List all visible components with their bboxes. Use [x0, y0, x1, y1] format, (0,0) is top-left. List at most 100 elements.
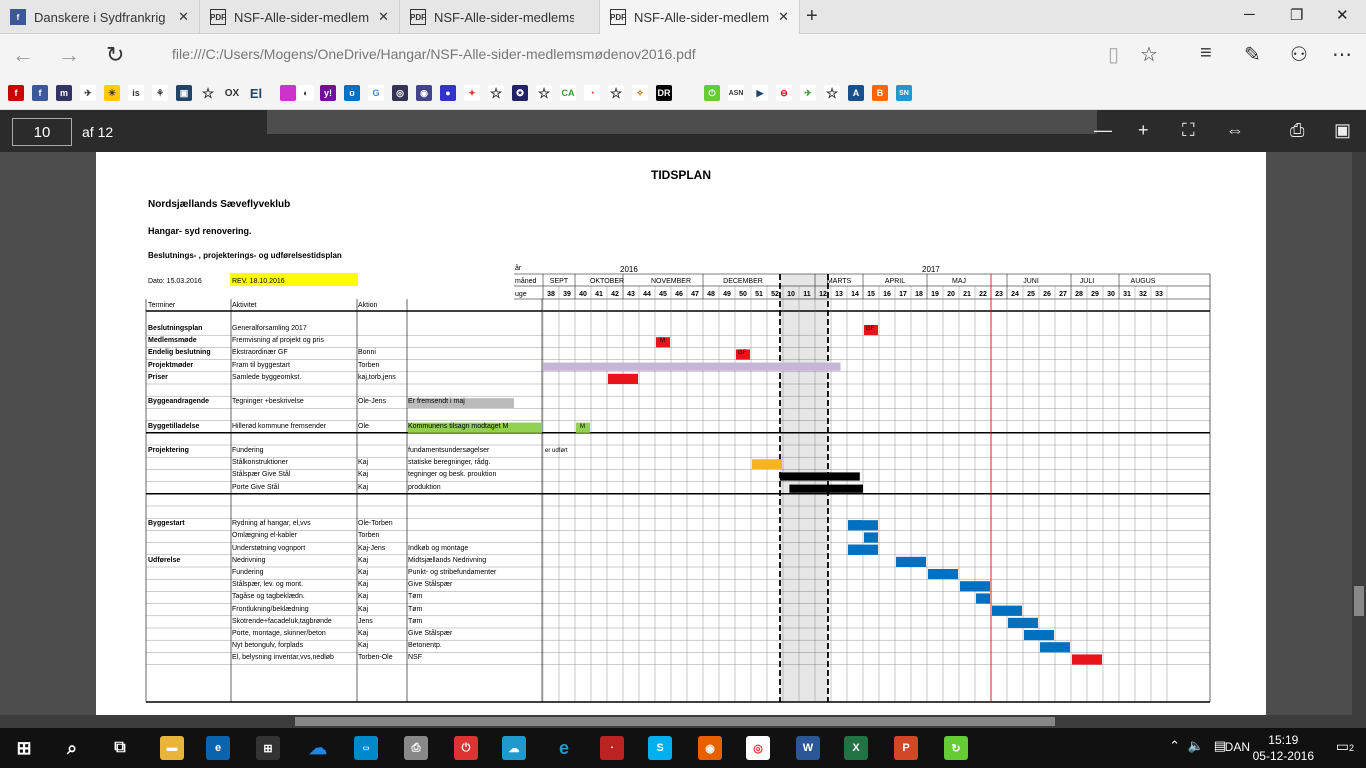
- powerpoint-icon[interactable]: P: [894, 736, 918, 760]
- star-icon[interactable]: ☆: [608, 85, 624, 101]
- favorite-icon[interactable]: [280, 85, 296, 101]
- file-explorer-icon[interactable]: ▬: [160, 736, 184, 760]
- favorite-icon[interactable]: ⏻: [704, 85, 720, 101]
- favorite-icon[interactable]: ◉: [416, 85, 432, 101]
- minimize-button[interactable]: ─: [1244, 6, 1255, 23]
- web-note-icon[interactable]: ✎: [1244, 42, 1261, 67]
- url-field[interactable]: file:///C:/Users/Mogens/OneDrive/Hangar/…: [172, 46, 696, 62]
- refresh-button[interactable]: ↻: [106, 42, 124, 68]
- star-icon[interactable]: ☆: [536, 85, 552, 101]
- onedrive-icon[interactable]: ☁: [306, 736, 330, 760]
- language-indicator[interactable]: DAN: [1225, 740, 1250, 754]
- window-close-button[interactable]: ✕: [1336, 6, 1349, 24]
- clock[interactable]: 15:19 05-12-2016: [1253, 732, 1314, 764]
- favorite-icon[interactable]: ⚘: [152, 85, 168, 101]
- tab-facebook[interactable]: f Danskere i Sydfrankrig ✕: [0, 0, 200, 34]
- favorite-icon[interactable]: A: [848, 85, 864, 101]
- horizontal-scrollbar[interactable]: [0, 715, 1366, 728]
- close-icon[interactable]: ✕: [378, 9, 389, 25]
- favorite-icon[interactable]: f: [8, 85, 24, 101]
- zoom-in-icon[interactable]: +: [1138, 120, 1149, 141]
- star-icon[interactable]: ☆: [824, 85, 840, 101]
- printer-icon[interactable]: ⎙: [404, 736, 428, 760]
- favorite-icon[interactable]: is: [128, 85, 144, 101]
- favorite-icon[interactable]: ✧: [632, 85, 648, 101]
- action-center-icon[interactable]: ▭2: [1336, 738, 1354, 755]
- new-tab-button[interactable]: +: [806, 5, 818, 28]
- favorite-icon[interactable]: ▶: [752, 85, 768, 101]
- close-icon[interactable]: ✕: [178, 9, 189, 25]
- word-icon[interactable]: W: [796, 736, 820, 760]
- tab-pdf-3-active[interactable]: PDF NSF-Alle-sider-medlem ✕: [600, 0, 800, 34]
- favorite-icon[interactable]: ☀: [104, 85, 120, 101]
- excel-icon[interactable]: X: [844, 736, 868, 760]
- skype-icon[interactable]: S: [648, 736, 672, 760]
- scroll-thumb[interactable]: [1354, 586, 1364, 616]
- volume-icon[interactable]: 🔈: [1188, 738, 1204, 754]
- favorite-icon[interactable]: B: [872, 85, 888, 101]
- clock-date: 05-12-2016: [1252, 749, 1314, 763]
- share-icon[interactable]: ⚇: [1290, 42, 1308, 67]
- favorite-icon[interactable]: SN: [896, 85, 912, 101]
- favorite-icon[interactable]: OX: [224, 85, 240, 101]
- cloud-icon[interactable]: ☁: [502, 736, 526, 760]
- save-icon[interactable]: ▣: [1334, 120, 1351, 141]
- scroll-thumb[interactable]: [295, 717, 1055, 726]
- task-view-icon[interactable]: ⧉: [108, 736, 132, 760]
- favorite-icon[interactable]: m: [56, 85, 72, 101]
- cell-label: M: [660, 338, 665, 345]
- row-aktivitet: El, belysning inventar,vvs,nedløb: [232, 654, 334, 662]
- favorite-icon[interactable]: y!: [320, 85, 336, 101]
- favorite-star-icon[interactable]: ☆: [1140, 42, 1158, 67]
- start-icon[interactable]: ⊞: [12, 736, 36, 760]
- star-icon[interactable]: ☆: [488, 85, 504, 101]
- favorite-icon[interactable]: ◐: [298, 85, 314, 101]
- favorite-icon[interactable]: ⊖: [776, 85, 792, 101]
- more-icon[interactable]: ⋯: [1332, 42, 1352, 67]
- favorite-icon[interactable]: ✪: [512, 85, 528, 101]
- star-icon[interactable]: ☆: [200, 85, 216, 101]
- favorite-icon[interactable]: ◎: [392, 85, 408, 101]
- favorite-icon[interactable]: DR: [656, 85, 672, 101]
- favorite-icon[interactable]: El: [248, 85, 264, 101]
- favorite-icon[interactable]: ●: [440, 85, 456, 101]
- row-aktivitet: Porte, montage, skinner/beton: [232, 630, 326, 637]
- pdf-viewer[interactable]: TIDSPLAN Nordsjællands Sæveflyveklub Hanga…: [0, 152, 1366, 715]
- favorite-icon[interactable]: ✦: [464, 85, 480, 101]
- favorite-icon[interactable]: ▣: [176, 85, 192, 101]
- app-icon[interactable]: ↻: [944, 736, 968, 760]
- back-button[interactable]: ←: [12, 42, 34, 68]
- app-icon[interactable]: ⏻: [454, 736, 478, 760]
- fit-page-icon[interactable]: ⛶: [1182, 120, 1195, 141]
- chrome-icon[interactable]: ◎: [746, 736, 770, 760]
- firefox-icon[interactable]: ◉: [698, 736, 722, 760]
- favorite-icon[interactable]: o: [344, 85, 360, 101]
- search-icon[interactable]: ⌕: [60, 736, 84, 760]
- favorite-icon[interactable]: G: [368, 85, 384, 101]
- forward-button[interactable]: →: [58, 42, 80, 68]
- hub-icon[interactable]: ≡: [1200, 42, 1212, 65]
- app-icon[interactable]: ▭: [354, 736, 378, 760]
- reading-view-icon[interactable]: ▯: [1108, 42, 1119, 67]
- fit-width-icon[interactable]: ⇔: [1226, 120, 1244, 141]
- app-icon[interactable]: ▪: [600, 736, 624, 760]
- favorite-icon[interactable]: ✈: [800, 85, 816, 101]
- row-aktion: Kaj: [358, 642, 369, 650]
- favorite-icon[interactable]: ASN: [728, 85, 744, 101]
- print-icon[interactable]: ⎙: [1290, 120, 1304, 141]
- tab-pdf-2[interactable]: PDF NSF-Alle-sider-medlemsmø: [400, 0, 600, 34]
- facebook-icon[interactable]: f: [32, 85, 48, 101]
- tray-chevron-icon[interactable]: ⌃: [1169, 738, 1180, 754]
- favorite-icon[interactable]: ✈: [80, 85, 96, 101]
- edge-icon[interactable]: e: [206, 736, 230, 760]
- vertical-scrollbar[interactable]: [1352, 152, 1366, 715]
- page-number-input[interactable]: 10: [12, 118, 72, 146]
- ie-icon[interactable]: e: [552, 736, 576, 760]
- favorite-icon[interactable]: ◔: [584, 85, 600, 101]
- restore-button[interactable]: ❐: [1290, 6, 1303, 24]
- favorite-icon[interactable]: CA: [560, 85, 576, 101]
- close-icon[interactable]: ✕: [778, 9, 789, 25]
- tab-pdf-1[interactable]: PDF NSF-Alle-sider-medlem ✕: [200, 0, 400, 34]
- zoom-out-icon[interactable]: —: [1094, 120, 1112, 141]
- store-icon[interactable]: ⊞: [256, 736, 280, 760]
